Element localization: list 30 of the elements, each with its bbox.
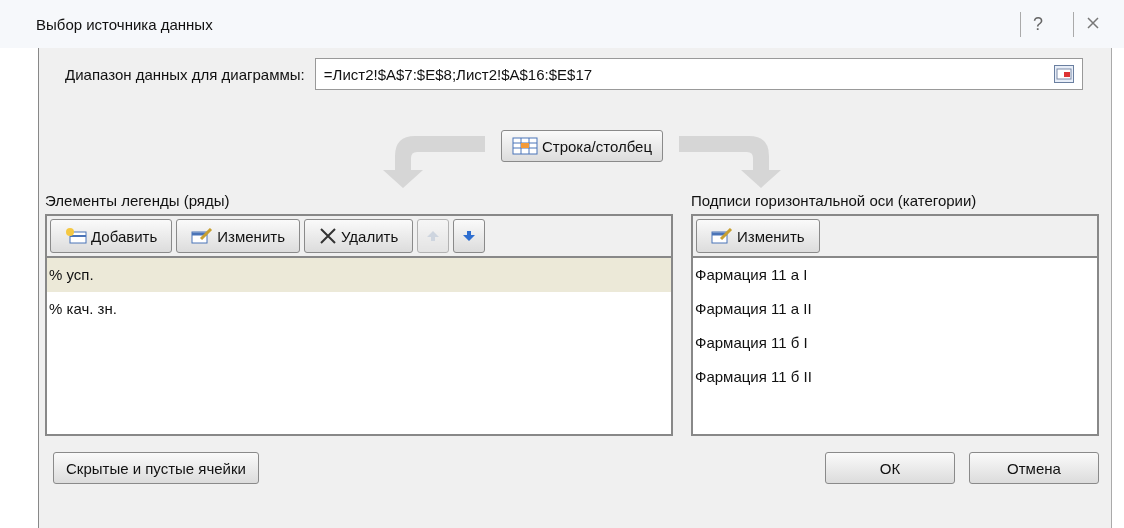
add-button[interactable]: Добавить [50,219,173,253]
remove-button[interactable]: Удалить [303,219,414,253]
cancel-button[interactable]: Отмена [969,452,1099,484]
edit-button[interactable]: Изменить [696,219,820,253]
collapse-dialog-icon[interactable] [1054,65,1074,83]
range-field[interactable]: =Лист2!$A$7:$E$8;Лист2!$A$16:$E$17 [314,58,1083,90]
table-icon [511,137,538,155]
axis-labels-title: Подписи горизонтальной оси (категории) [691,192,978,211]
series-item[interactable]: % усп. [47,258,671,292]
move-down-button[interactable] [453,219,486,253]
category-item[interactable]: Фармация 11 б II [693,360,1097,394]
category-item[interactable]: Фармация 11 б I [693,326,1097,360]
add-item-icon [65,228,87,244]
down-arrow-icon [462,229,477,243]
series-item[interactable]: % кач. зн. [47,292,671,326]
help-button[interactable]: ? [1020,11,1055,37]
up-arrow-icon [426,229,441,243]
edit-icon [191,228,214,244]
legend-title: Элементы легенды (ряды) [45,192,231,211]
edit-button[interactable]: Изменить [176,219,300,253]
hidden-empty-cells-button[interactable]: Скрытые и пустые ячейки [53,452,259,484]
range-label: Диапазон данных для диаграммы: [65,65,305,83]
close-icon [1086,15,1100,30]
edit-icon [711,228,733,244]
window-title: Выбор источника данных [36,15,214,33]
delete-icon [318,228,337,244]
ok-button[interactable]: ОК [825,452,955,484]
category-item[interactable]: Фармация 11 а I [693,258,1097,292]
category-item[interactable]: Фармация 11 а II [693,292,1097,326]
switch-row-column-button[interactable]: Строка/столбец [500,130,664,162]
